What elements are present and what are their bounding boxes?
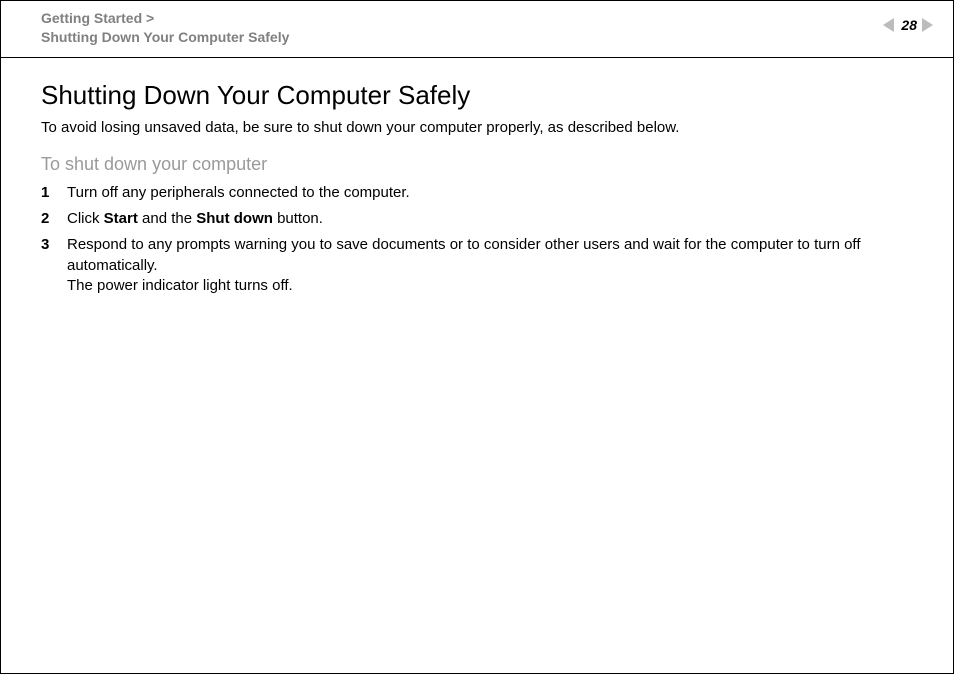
step-text: Click Start and the Shut down button. [67, 209, 929, 229]
next-page-icon[interactable] [922, 18, 933, 32]
step-number: 2 [41, 209, 67, 229]
section-subheading: To shut down your computer [41, 154, 929, 175]
header-divider [1, 57, 953, 58]
step-text-line: The power indicator light turns off. [67, 276, 929, 296]
intro-paragraph: To avoid losing unsaved data, be sure to… [41, 119, 929, 136]
step-text-bold: Shut down [196, 210, 273, 227]
steps-list: 1 Turn off any peripherals connected to … [41, 183, 929, 296]
step-text-fragment: Click [67, 210, 104, 227]
previous-page-icon[interactable] [883, 18, 894, 32]
breadcrumb-current: Shutting Down Your Computer Safely [41, 28, 289, 47]
step-number: 1 [41, 183, 67, 203]
page-title: Shutting Down Your Computer Safely [41, 81, 929, 111]
page-nav: 28 [883, 17, 933, 33]
step-text: Respond to any prompts warning you to sa… [67, 235, 929, 296]
step-item: 3 Respond to any prompts warning you to … [41, 235, 929, 296]
breadcrumb-parent: Getting Started > [41, 9, 289, 28]
step-text-fragment: and the [138, 210, 196, 227]
step-text-line: Respond to any prompts warning you to sa… [67, 236, 860, 273]
step-text-fragment: button. [273, 210, 323, 227]
document-page: Getting Started > Shutting Down Your Com… [0, 0, 954, 674]
page-number: 28 [901, 17, 917, 33]
content-area: Shutting Down Your Computer Safely To av… [1, 53, 953, 296]
step-text-bold: Start [104, 210, 138, 227]
step-item: 1 Turn off any peripherals connected to … [41, 183, 929, 203]
page-header: Getting Started > Shutting Down Your Com… [1, 1, 953, 53]
breadcrumb: Getting Started > Shutting Down Your Com… [41, 9, 289, 47]
step-item: 2 Click Start and the Shut down button. [41, 209, 929, 229]
step-text: Turn off any peripherals connected to th… [67, 183, 929, 203]
step-number: 3 [41, 235, 67, 296]
